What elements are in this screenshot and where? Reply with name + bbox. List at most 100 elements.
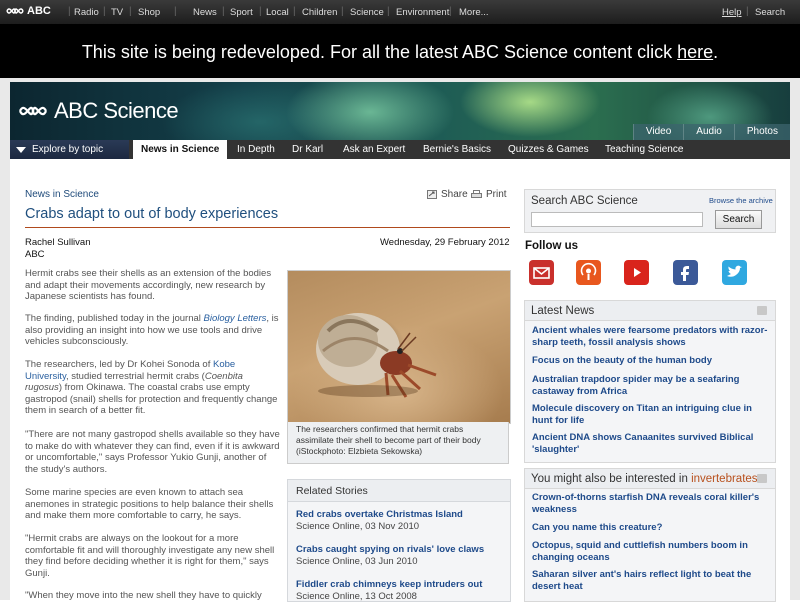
breadcrumb[interactable]: News in Science xyxy=(25,189,99,200)
media-video-link[interactable]: Video xyxy=(632,124,684,140)
related-topic-link[interactable]: Can you name this creature? xyxy=(532,522,770,534)
latest-news-link[interactable]: Australian trapdoor spider may be a seaf… xyxy=(532,374,770,397)
nav-separator: | xyxy=(293,6,296,17)
rss-icon[interactable] xyxy=(757,474,767,483)
youtube-icon[interactable] xyxy=(624,260,649,285)
banner-here-link[interactable]: here xyxy=(677,42,713,62)
p3-text-b: , studied terrestrial hermit crabs ( xyxy=(66,370,205,382)
media-photos-link[interactable]: Photos xyxy=(733,124,790,140)
printer-icon xyxy=(471,190,482,198)
search-button[interactable]: Search xyxy=(715,210,762,229)
nav-environment[interactable]: Environment xyxy=(396,7,449,18)
tab-teaching-science[interactable]: Teaching Science xyxy=(605,140,683,159)
latest-news-link[interactable]: Ancient whales were fearsome predators w… xyxy=(532,325,770,348)
biology-letters-link[interactable]: Biology Letters xyxy=(204,313,267,324)
related-topic-link[interactable]: Crown-of-thorns starfish DNA reveals cor… xyxy=(532,492,770,515)
share-label: Share xyxy=(441,189,468,200)
media-audio-link[interactable]: Audio xyxy=(683,124,734,140)
latest-news-link[interactable]: Focus on the beauty of the human body xyxy=(532,355,770,367)
print-button[interactable]: Print xyxy=(471,189,507,200)
nav-separator: | xyxy=(746,6,749,17)
search-input[interactable] xyxy=(531,212,703,227)
p3-text-c: ) from Okinawa. The coastal crabs use em… xyxy=(25,382,278,417)
bird-glyph xyxy=(727,265,742,277)
nav-separator: | xyxy=(174,6,177,17)
paragraph-6: "Hermit crabs are always on the lookout … xyxy=(25,533,275,579)
p3-text-a: The researchers, led by Dr Kohei Sonoda … xyxy=(25,359,213,370)
author-name: Rachel Sullivan xyxy=(25,237,91,248)
related-story-source: Science Online, 13 Oct 2008 xyxy=(296,591,417,602)
rss-icon[interactable] xyxy=(757,306,767,315)
related-topic-link[interactable]: Octopus, squid and cuttlefish numbers bo… xyxy=(532,540,770,563)
banner-text: This site is being redeveloped. For all … xyxy=(81,42,673,62)
nav-separator: | xyxy=(387,6,390,17)
nav-science[interactable]: Science xyxy=(350,7,384,18)
search-panel: Search ABC Science Browse the archive Se… xyxy=(524,189,776,233)
email-icon[interactable] xyxy=(529,260,554,285)
nav-separator: | xyxy=(129,6,132,17)
nav-help[interactable]: Help xyxy=(722,7,742,18)
facebook-icon[interactable] xyxy=(673,260,698,285)
latest-news-link[interactable]: Ancient DNA shows Canaanites survived Bi… xyxy=(532,432,770,455)
explore-label: Explore by topic xyxy=(32,144,104,155)
browse-archive-link[interactable]: Browse the archive xyxy=(709,196,773,205)
abc-science-brand: ABC Science xyxy=(54,98,179,123)
nav-news[interactable]: News xyxy=(193,7,217,18)
invertebrates-link[interactable]: invertebrates xyxy=(691,473,757,485)
related-story-source: Science Online, 03 Nov 2010 xyxy=(296,521,420,532)
nav-separator: | xyxy=(341,6,344,17)
related-story-item: Fiddler crab chimneys keep intruders out… xyxy=(296,579,482,603)
nav-sport[interactable]: Sport xyxy=(230,7,253,18)
article-title: Crabs adapt to out of body experiences xyxy=(25,206,279,222)
article-date: Wednesday, 29 February 2012 xyxy=(380,237,510,248)
paragraph-3: The researchers, led by Dr Kohei Sonoda … xyxy=(25,359,280,417)
triangle-down-icon xyxy=(16,147,26,153)
follow-us-heading: Follow us xyxy=(525,240,579,252)
related-story-link[interactable]: Crabs caught spying on rivals' love claw… xyxy=(296,544,484,556)
paragraph-2: The finding, published today in the jour… xyxy=(25,313,280,348)
title-divider xyxy=(25,227,510,228)
nav-separator: | xyxy=(103,6,106,17)
related-story-link[interactable]: Red crabs overtake Christmas Island xyxy=(296,509,463,521)
nav-shop[interactable]: Shop xyxy=(138,7,160,18)
abc-lissajous-icon xyxy=(18,106,48,116)
global-nav-bar: ABC | Radio | TV | Shop | News | Sport |… xyxy=(0,0,800,24)
abc-science-logo[interactable]: ABC Science xyxy=(18,98,179,124)
nav-tv[interactable]: TV xyxy=(111,7,123,18)
envelope-glyph xyxy=(533,267,550,279)
nav-radio[interactable]: Radio xyxy=(74,7,99,18)
nav-local[interactable]: Local xyxy=(266,7,289,18)
twitter-icon[interactable] xyxy=(722,260,747,285)
related-topic-heading: You might also be interested in inverteb… xyxy=(525,469,775,489)
explore-by-topic-button[interactable]: Explore by topic xyxy=(10,140,129,159)
nav-more[interactable]: More... xyxy=(459,7,489,18)
banner-period: . xyxy=(713,42,719,62)
tab-ask-an-expert[interactable]: Ask an Expert xyxy=(343,140,405,159)
related-story-item: Red crabs overtake Christmas Island Scie… xyxy=(296,509,463,533)
related-topic-link[interactable]: Saharan silver ant's hairs reflect light… xyxy=(532,569,770,592)
related-topic-panel: You might also be interested in inverteb… xyxy=(524,468,776,602)
nav-children[interactable]: Children xyxy=(302,7,337,18)
tab-news-in-science[interactable]: News in Science xyxy=(133,140,228,159)
abc-logo[interactable]: ABC xyxy=(6,5,51,17)
nav-separator: | xyxy=(449,6,452,17)
latest-news-panel: Latest News Ancient whales were fearsome… xyxy=(524,300,776,463)
photo-caption: The researchers confirmed that hermit cr… xyxy=(287,422,509,464)
related-story-item: Crabs caught spying on rivals' love claw… xyxy=(296,544,484,568)
tab-bernies-basics[interactable]: Bernie's Basics xyxy=(423,140,491,159)
tab-in-depth[interactable]: In Depth xyxy=(237,140,275,159)
youtube-glyph xyxy=(634,268,641,277)
print-label: Print xyxy=(486,189,507,200)
share-button[interactable]: Share xyxy=(427,189,468,200)
tab-quizzes-games[interactable]: Quizzes & Games xyxy=(508,140,589,159)
podcast-icon[interactable] xyxy=(576,260,601,285)
latest-news-link[interactable]: Molecule discovery on Titan an intriguin… xyxy=(532,403,770,426)
related-topic-text: You might also be interested in xyxy=(531,473,688,485)
related-stories-heading: Related Stories xyxy=(288,480,510,502)
search-heading: Search ABC Science xyxy=(531,195,638,207)
paragraph-5: Some marine species are even known to at… xyxy=(25,487,274,522)
nav-search[interactable]: Search xyxy=(755,7,785,18)
tab-dr-karl[interactable]: Dr Karl xyxy=(292,140,323,159)
abc-logo-text: ABC xyxy=(27,5,51,17)
related-story-link[interactable]: Fiddler crab chimneys keep intruders out xyxy=(296,579,482,591)
